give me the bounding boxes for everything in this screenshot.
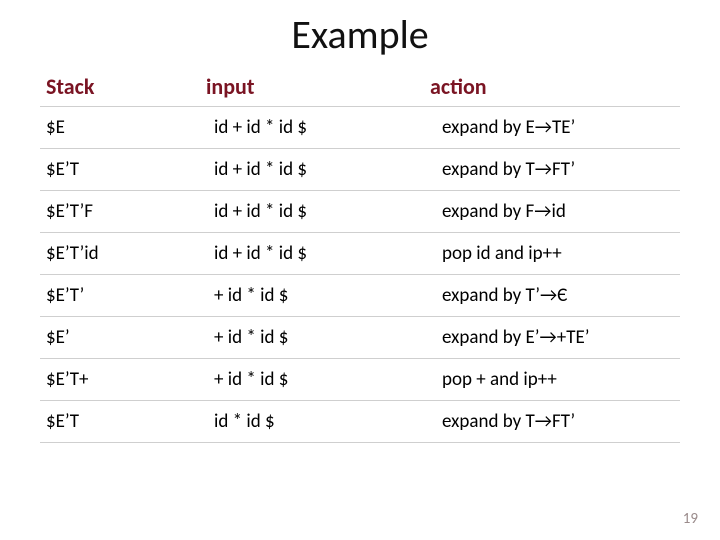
cell-stack: $E’ xyxy=(40,317,200,359)
table-row: $E’T’F id + id * id $ expand by F→id xyxy=(40,191,680,233)
cell-action: pop + and ip++ xyxy=(424,359,680,401)
col-header-input: input xyxy=(200,69,424,107)
cell-input: id + id * id $ xyxy=(200,107,424,149)
cell-action: pop id and ip++ xyxy=(424,233,680,275)
cell-action: expand by T→FT’ xyxy=(424,401,680,443)
table-row: $E’T’id id + id * id $ pop id and ip++ xyxy=(40,233,680,275)
table-row: $E’ + id * id $ expand by E’→+TE’ xyxy=(40,317,680,359)
cell-stack: $E’T’F xyxy=(40,191,200,233)
cell-action: expand by T’→Є xyxy=(424,275,680,317)
cell-action: expand by T→FT’ xyxy=(424,149,680,191)
cell-input: id + id * id $ xyxy=(200,191,424,233)
col-header-stack: Stack xyxy=(40,69,200,107)
cell-action: expand by E’→+TE’ xyxy=(424,317,680,359)
cell-input: id * id $ xyxy=(200,401,424,443)
table-row: $E’T id * id $ expand by T→FT’ xyxy=(40,401,680,443)
table-header-row: Stack input action xyxy=(40,69,680,107)
slide: Example Stack input action $E id + id * … xyxy=(0,0,720,540)
table-row: $E id + id * id $ expand by E→TE’ xyxy=(40,107,680,149)
cell-stack: $E’T+ xyxy=(40,359,200,401)
cell-action: expand by F→id xyxy=(424,191,680,233)
cell-input: id + id * id $ xyxy=(200,233,424,275)
cell-stack: $E’T’ xyxy=(40,275,200,317)
col-header-action: action xyxy=(424,69,680,107)
cell-stack: $E’T xyxy=(40,401,200,443)
cell-input: id + id * id $ xyxy=(200,149,424,191)
cell-stack: $E’T’id xyxy=(40,233,200,275)
cell-input: + id * id $ xyxy=(200,317,424,359)
cell-input: + id * id $ xyxy=(200,359,424,401)
page-title: Example xyxy=(40,10,680,59)
parse-trace-table: Stack input action $E id + id * id $ exp… xyxy=(40,69,680,443)
table-row: $E’T+ + id * id $ pop + and ip++ xyxy=(40,359,680,401)
cell-stack: $E’T xyxy=(40,149,200,191)
cell-input: + id * id $ xyxy=(200,275,424,317)
page-number: 19 xyxy=(683,510,698,528)
cell-stack: $E xyxy=(40,107,200,149)
table-row: $E’T’ + id * id $ expand by T’→Є xyxy=(40,275,680,317)
cell-action: expand by E→TE’ xyxy=(424,107,680,149)
table-row: $E’T id + id * id $ expand by T→FT’ xyxy=(40,149,680,191)
